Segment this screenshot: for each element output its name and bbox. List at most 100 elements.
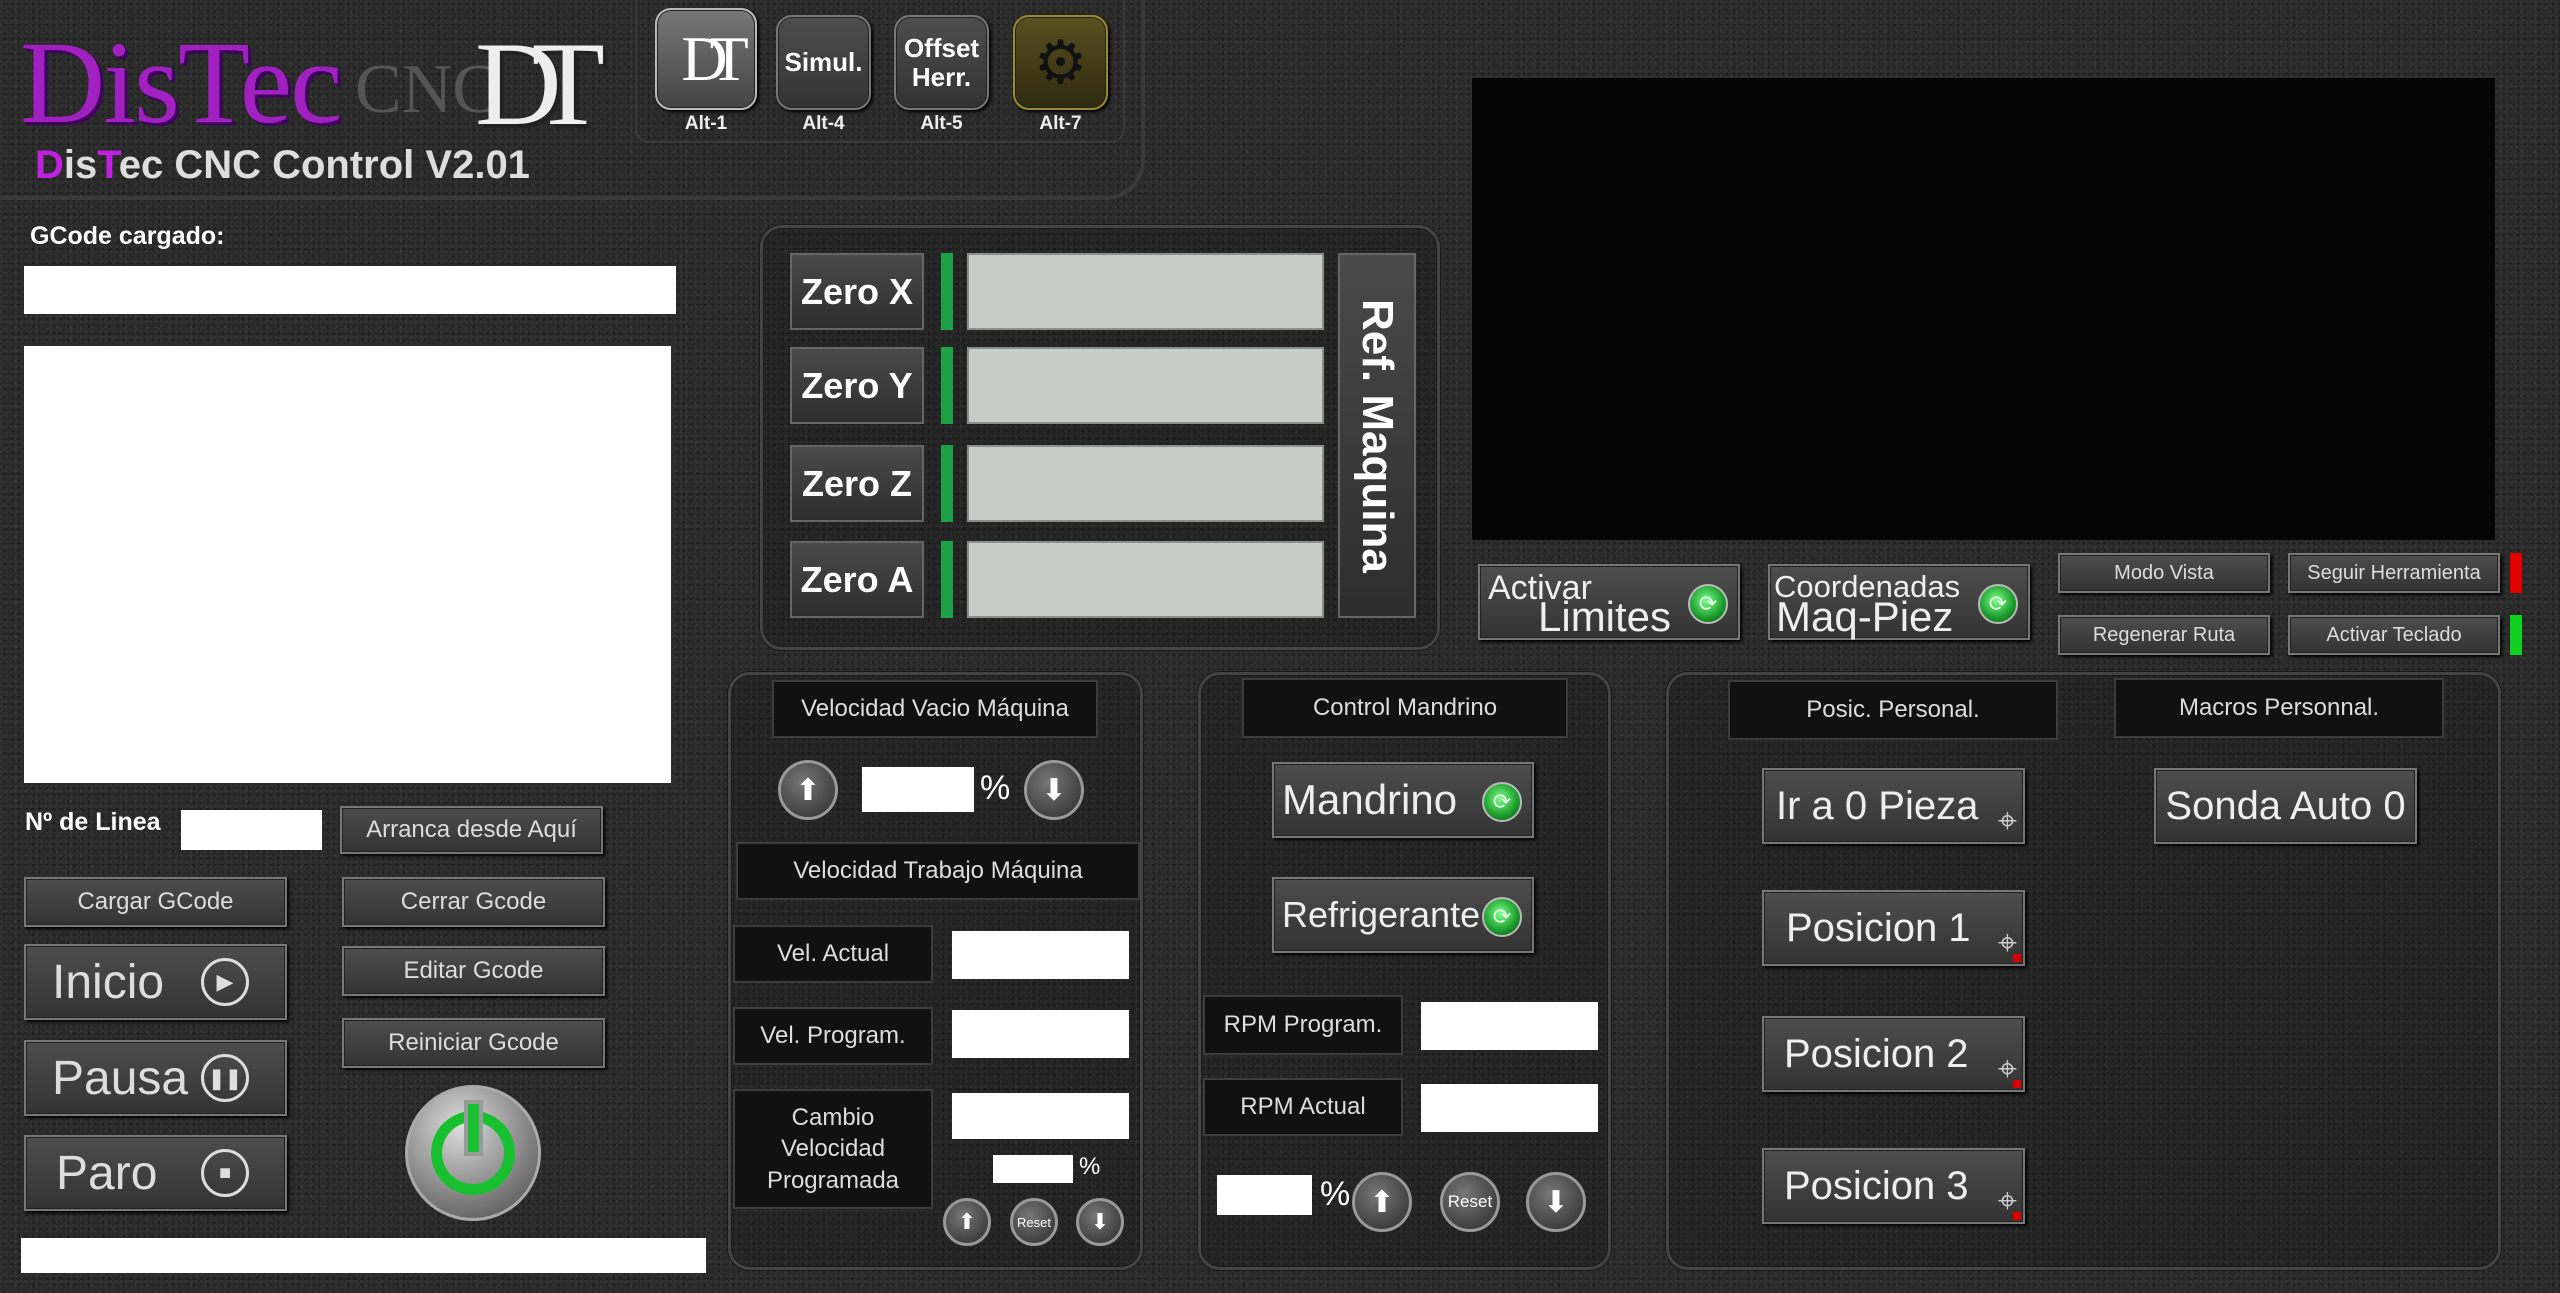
tool-offset-label: Offset Herr. bbox=[903, 32, 980, 92]
spindle-button[interactable]: Mandrino ⟳ bbox=[1272, 762, 1534, 838]
change-speed-field[interactable] bbox=[952, 1093, 1129, 1139]
spindle-percent-input[interactable] bbox=[1217, 1175, 1312, 1215]
programmed-speed-field bbox=[952, 1010, 1129, 1058]
rpm-actual-field bbox=[1421, 1084, 1598, 1132]
restart-gcode-label: Reiniciar Gcode bbox=[388, 1029, 559, 1056]
zero-z-indicator bbox=[941, 445, 953, 522]
actual-speed-label: Vel. Actual bbox=[733, 925, 933, 983]
zero-z-label: Zero Z bbox=[801, 462, 912, 504]
position-3-button[interactable]: Posicion 3 ⌖ bbox=[1762, 1148, 2025, 1224]
arrow-up-icon: ⬆ bbox=[957, 1209, 977, 1234]
load-gcode-button[interactable]: Cargar GCode bbox=[24, 877, 287, 927]
zero-x-button[interactable]: Zero X bbox=[790, 253, 924, 330]
rapid-percent-input[interactable] bbox=[862, 767, 974, 812]
toolpath-view[interactable] bbox=[1472, 78, 2495, 540]
zero-y-indicator bbox=[941, 347, 953, 424]
position-2-button[interactable]: Posicion 2 ⌖ bbox=[1762, 1016, 2025, 1092]
start-button[interactable]: Inicio ▶ bbox=[24, 944, 287, 1020]
simulation-label: Simul. bbox=[784, 47, 863, 77]
rapid-down-button[interactable]: ⬇ bbox=[1024, 760, 1084, 820]
activate-keyboard-label: Activar Teclado bbox=[2326, 623, 2462, 646]
spindle-down-button[interactable]: ⬇ bbox=[1526, 1172, 1586, 1232]
change-speed-label: Cambio Velocidad Programada bbox=[733, 1089, 933, 1209]
title-rest: ec CNC Control V2.01 bbox=[118, 143, 530, 187]
spindle-title-text: Control Mandrino bbox=[1312, 694, 1498, 721]
arrow-down-icon: ⬇ bbox=[1041, 773, 1067, 807]
tab-simulation[interactable]: Simul. bbox=[776, 15, 871, 110]
feed-percent-input[interactable] bbox=[993, 1155, 1073, 1183]
tab-main-shortcut: Alt-1 bbox=[684, 113, 728, 134]
feed-reset-button[interactable]: Reset bbox=[1010, 1198, 1058, 1246]
actual-speed-text: Vel. Actual bbox=[776, 940, 890, 967]
go-zero-part-button[interactable]: Ir a 0 Pieza ⌖ bbox=[1762, 768, 2025, 844]
gear-icon: ⚙ bbox=[1033, 28, 1088, 96]
probe-auto-zero-label: Sonda Auto 0 bbox=[2165, 783, 2406, 828]
title-d: D bbox=[35, 143, 64, 187]
ref-machine-button[interactable]: Ref. Maquina bbox=[1338, 253, 1416, 618]
coolant-button[interactable]: Refrigerante ⟳ bbox=[1272, 877, 1534, 953]
close-gcode-button[interactable]: Cerrar Gcode bbox=[342, 877, 605, 927]
go-zero-part-label: Ir a 0 Pieza bbox=[1776, 783, 1979, 828]
app-title: DisTec CNC Control V2.01 bbox=[35, 143, 530, 188]
work-speed-title: Velocidad Trabajo Máquina bbox=[736, 842, 1140, 900]
probe-auto-zero-button[interactable]: Sonda Auto 0 bbox=[2154, 768, 2417, 844]
restart-gcode-button[interactable]: Reiniciar Gcode bbox=[342, 1018, 605, 1068]
tab-tool-offset-shortcut: Alt-5 bbox=[920, 113, 963, 134]
title-is: is bbox=[63, 143, 98, 187]
zero-y-label: Zero Y bbox=[801, 364, 913, 406]
feed-reset-label: Reset bbox=[1017, 1214, 1051, 1230]
logo: DisTec CNC DT bbox=[20, 15, 620, 150]
activate-keyboard-button[interactable]: Activar Teclado bbox=[2288, 615, 2500, 655]
actual-speed-field bbox=[952, 931, 1129, 979]
pause-button[interactable]: Pausa ❚❚ bbox=[24, 1040, 287, 1116]
spindle-reset-button[interactable]: Reset bbox=[1440, 1172, 1500, 1232]
tab-settings[interactable]: ⚙ bbox=[1013, 15, 1108, 110]
positions-title: Posic. Personal. bbox=[1728, 680, 2058, 740]
coordinates-button[interactable]: Coordenadas Maq-Piez ⟳ bbox=[1768, 564, 2030, 640]
run-from-here-button[interactable]: Arranca desde Aquí bbox=[340, 806, 603, 854]
zero-y-button[interactable]: Zero Y bbox=[790, 347, 924, 424]
zero-a-indicator bbox=[941, 541, 953, 618]
position-1-button[interactable]: Posicion 1 ⌖ bbox=[1762, 890, 2025, 966]
limits-toggle-icon: ⟳ bbox=[1688, 584, 1728, 624]
gcode-loaded-label: GCode cargado: bbox=[30, 222, 225, 250]
gcode-listing[interactable] bbox=[24, 346, 671, 783]
pause-icon: ❚❚ bbox=[201, 1054, 249, 1102]
spindle-up-button[interactable]: ⬆ bbox=[1352, 1172, 1412, 1232]
regenerate-path-label: Regenerar Ruta bbox=[2092, 623, 2236, 646]
tab-simulation-shortcut: Alt-4 bbox=[802, 113, 845, 134]
rapid-speed-title-text: Velocidad Vacio Máquina bbox=[801, 695, 1069, 722]
feed-down-button[interactable]: ⬇ bbox=[1076, 1198, 1124, 1246]
zero-a-button[interactable]: Zero A bbox=[790, 541, 924, 618]
spindle-reset-label: Reset bbox=[1447, 1192, 1493, 1211]
zero-x-label: Zero X bbox=[800, 270, 914, 312]
feed-up-button[interactable]: ⬆ bbox=[943, 1198, 991, 1246]
regenerate-path-button[interactable]: Regenerar Ruta bbox=[2058, 615, 2270, 655]
programmed-speed-text: Vel. Program. bbox=[760, 1022, 906, 1049]
edit-gcode-button[interactable]: Editar Gcode bbox=[342, 946, 605, 996]
rpm-programmed-text: RPM Program. bbox=[1223, 1011, 1383, 1038]
view-mode-button[interactable]: Modo Vista bbox=[2058, 553, 2270, 593]
gcode-filename-field[interactable] bbox=[24, 266, 676, 314]
power-button[interactable] bbox=[405, 1085, 541, 1221]
rapid-speed-title: Velocidad Vacio Máquina bbox=[772, 680, 1098, 738]
tab-tool-offset[interactable]: Offset Herr. bbox=[894, 15, 989, 110]
tab-main[interactable]: DT bbox=[655, 8, 757, 110]
power-icon bbox=[431, 1100, 515, 1195]
stop-button[interactable]: Paro ■ bbox=[24, 1135, 287, 1211]
macros-title-text: Macros Personnal. bbox=[2178, 694, 2380, 721]
feed-percent-sign: % bbox=[1079, 1153, 1101, 1180]
arrow-down-icon: ⬇ bbox=[1543, 1185, 1569, 1219]
play-icon: ▶ bbox=[201, 958, 249, 1006]
activate-limits-button[interactable]: Activar Limites ⟳ bbox=[1478, 564, 1740, 640]
start-label: Inicio bbox=[52, 955, 165, 1009]
line-number-input[interactable] bbox=[181, 810, 322, 850]
rapid-up-button[interactable]: ⬆ bbox=[778, 760, 838, 820]
follow-tool-indicator bbox=[2510, 553, 2522, 593]
zero-a-label: Zero A bbox=[800, 558, 914, 600]
spindle-toggle-icon: ⟳ bbox=[1482, 782, 1522, 822]
follow-tool-button[interactable]: Seguir Herramienta bbox=[2288, 553, 2500, 593]
zero-z-button[interactable]: Zero Z bbox=[790, 445, 924, 522]
position-3-label: Posicion 3 bbox=[1784, 1163, 1969, 1208]
rpm-actual-label: RPM Actual bbox=[1203, 1078, 1403, 1136]
